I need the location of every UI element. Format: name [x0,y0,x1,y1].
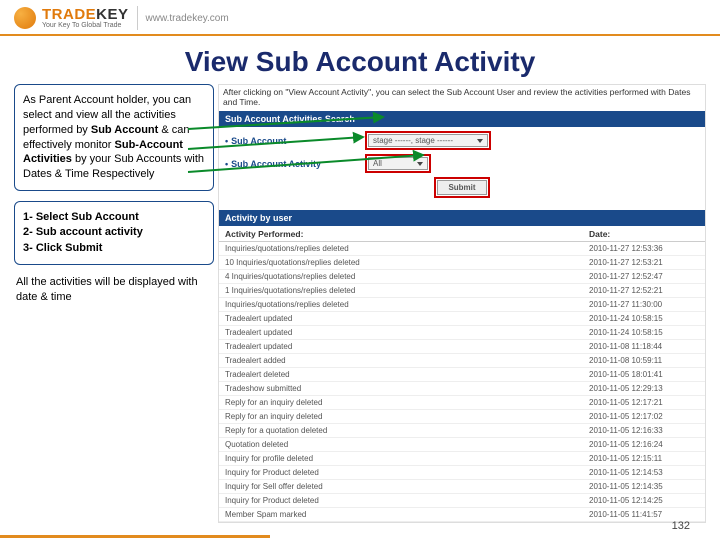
table-row: Tradealert updated2010-11-08 11:18:44 [219,340,705,354]
page-title: View Sub Account Activity [0,46,720,78]
header-bar: TRADEKEY Your Key To Global Trade www.tr… [0,0,720,36]
info-bold-1: Sub Account [91,124,158,136]
activity-select[interactable]: All [365,154,431,173]
cell-activity: Tradealert deleted [225,370,589,379]
below-text: All the activities will be displayed wit… [14,275,214,305]
table-row: Tradealert deleted2010-11-05 18:01:41 [219,368,705,382]
cell-activity: Tradeshow submitted [225,384,589,393]
cell-activity: Reply for an inquiry deleted [225,398,589,407]
table-row: Inquiry for Product deleted2010-11-05 12… [219,494,705,508]
activity-header: Activity by user [219,210,705,226]
table-row: Quotation deleted2010-11-05 12:16:24 [219,438,705,452]
chevron-down-icon [417,162,423,166]
activity-value: All [373,159,382,168]
cell-activity: Inquiries/quotations/replies deleted [225,244,589,253]
cell-activity: Tradealert added [225,356,589,365]
cell-date: 2010-11-05 12:15:11 [589,454,699,463]
logo: TRADEKEY Your Key To Global Trade [14,7,129,29]
table-row: 1 Inquiries/quotations/replies deleted20… [219,284,705,298]
cell-activity: Reply for a quotation deleted [225,426,589,435]
table-row: Inquiries/quotations/replies deleted2010… [219,298,705,312]
submit-button[interactable]: Submit [434,177,489,198]
cell-date: 2010-11-05 12:17:21 [589,398,699,407]
cell-date: 2010-11-08 11:18:44 [589,342,699,351]
brand-suffix: KEY [96,6,128,23]
page-number: 132 [672,520,690,532]
table-body: Inquiries/quotations/replies deleted2010… [219,242,705,522]
brand-prefix: TRADE [42,6,96,23]
cell-activity: Reply for an inquiry deleted [225,412,589,421]
cell-date: 2010-11-27 11:30:00 [589,300,699,309]
sub-account-value: stage ------, stage ------ [373,136,453,145]
screenshot-panel: After clicking on "View Account Activity… [218,84,706,523]
cell-date: 2010-11-05 12:14:53 [589,468,699,477]
cell-activity: Inquiry for Sell offer deleted [225,482,589,491]
right-column: After clicking on "View Account Activity… [218,84,706,523]
step-1: 1- Select Sub Account [23,210,205,225]
footer-accent [0,535,270,538]
table-row: Reply for an inquiry deleted2010-11-05 1… [219,410,705,424]
sub-account-select[interactable]: stage ------, stage ------ [365,131,491,150]
cell-date: 2010-11-05 12:14:25 [589,496,699,505]
cell-date: 2010-11-24 10:58:15 [589,328,699,337]
steps-box: 1- Select Sub Account 2- Sub account act… [14,201,214,265]
table-row: Reply for a quotation deleted2010-11-05 … [219,424,705,438]
header-url: www.tradekey.com [146,13,229,24]
cell-activity: Tradealert updated [225,328,589,337]
cell-date: 2010-11-05 11:41:57 [589,510,699,519]
cell-date: 2010-11-05 12:17:02 [589,412,699,421]
col-date: Date: [589,229,699,239]
cell-activity: 4 Inquiries/quotations/replies deleted [225,272,589,281]
cell-activity: Tradealert updated [225,314,589,323]
cell-activity: Inquiry for Product deleted [225,496,589,505]
left-column: As Parent Account holder, you can select… [14,84,214,523]
cell-date: 2010-11-05 12:14:35 [589,482,699,491]
table-row: Reply for an inquiry deleted2010-11-05 1… [219,396,705,410]
table-row: Inquiry for profile deleted2010-11-05 12… [219,452,705,466]
table-row: Tradealert added2010-11-08 10:59:11 [219,354,705,368]
table-row: Member Spam marked2010-11-05 11:41:57 [219,508,705,522]
cell-activity: Inquiry for Product deleted [225,468,589,477]
cell-date: 2010-11-05 12:16:33 [589,426,699,435]
info-box: As Parent Account holder, you can select… [14,84,214,191]
cell-activity: Member Spam marked [225,510,589,519]
step-2: 2- Sub account activity [23,225,205,240]
sub-account-label: Sub Account [225,136,365,146]
table-row: Inquiry for Sell offer deleted2010-11-05… [219,480,705,494]
cell-activity: 10 Inquiries/quotations/replies deleted [225,258,589,267]
cell-activity: Inquiry for profile deleted [225,454,589,463]
cell-date: 2010-11-27 12:52:47 [589,272,699,281]
table-header: Activity Performed: Date: [219,226,705,242]
cell-date: 2010-11-27 12:53:36 [589,244,699,253]
table-row: Tradealert updated2010-11-24 10:58:15 [219,326,705,340]
table-row: Tradeshow submitted2010-11-05 12:29:13 [219,382,705,396]
cell-date: 2010-11-27 12:52:21 [589,286,699,295]
globe-icon [14,7,36,29]
table-row: Inquiries/quotations/replies deleted2010… [219,242,705,256]
cell-date: 2010-11-27 12:53:21 [589,258,699,267]
cell-activity: Tradealert updated [225,342,589,351]
cell-date: 2010-11-08 10:59:11 [589,356,699,365]
table-row: 4 Inquiries/quotations/replies deleted20… [219,270,705,284]
cell-date: 2010-11-24 10:58:15 [589,314,699,323]
cell-activity: Inquiries/quotations/replies deleted [225,300,589,309]
cell-date: 2010-11-05 12:29:13 [589,384,699,393]
screenshot-caption: After clicking on "View Account Activity… [219,85,705,111]
submit-label: Submit [437,180,486,195]
logo-text: TRADEKEY Your Key To Global Trade [42,7,129,29]
search-header: Sub Account Activities Search [219,111,705,127]
table-row: Inquiry for Product deleted2010-11-05 12… [219,466,705,480]
cell-activity: Quotation deleted [225,440,589,449]
table-row: 10 Inquiries/quotations/replies deleted2… [219,256,705,270]
col-activity: Activity Performed: [225,229,589,239]
cell-date: 2010-11-05 18:01:41 [589,370,699,379]
chevron-down-icon [477,139,483,143]
step-3: 3- Click Submit [23,241,205,256]
divider [137,6,138,30]
cell-date: 2010-11-05 12:16:24 [589,440,699,449]
activity-label: Sub Account Activity [225,159,365,169]
table-row: Tradealert updated2010-11-24 10:58:15 [219,312,705,326]
cell-activity: 1 Inquiries/quotations/replies deleted [225,286,589,295]
tagline: Your Key To Global Trade [42,22,129,29]
